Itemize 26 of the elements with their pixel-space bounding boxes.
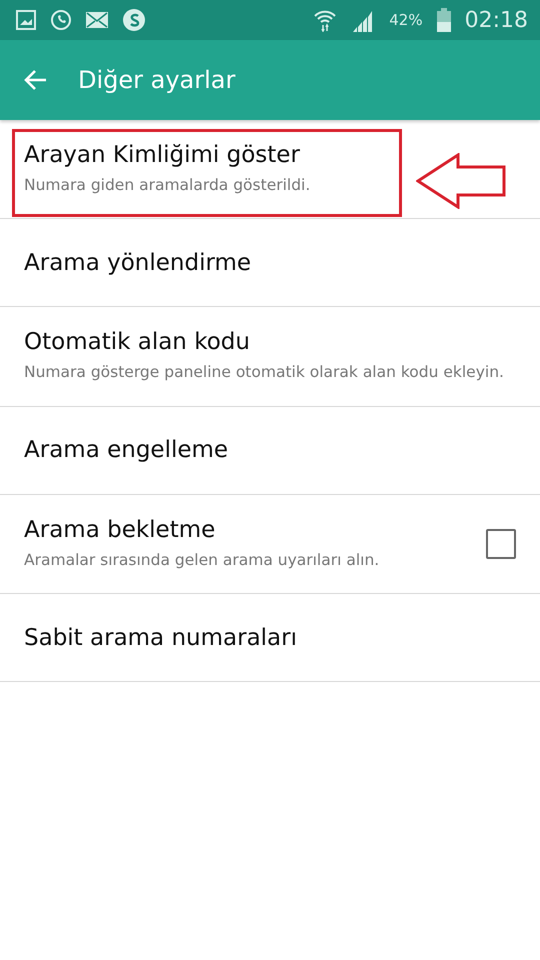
settings-row[interactable]: Arama yönlendirme xyxy=(0,219,540,308)
setting-title: Arama bekletme xyxy=(24,516,216,543)
checkbox[interactable] xyxy=(486,529,516,560)
back-arrow-icon[interactable] xyxy=(24,68,48,92)
setting-title: Arama yönlendirme xyxy=(24,250,252,276)
chat-circle-icon xyxy=(122,8,146,32)
setting-description: Numara giden aramalarda gösterildi. xyxy=(24,175,312,196)
setting-title: Otomatik alan kodu xyxy=(24,329,251,356)
settings-row[interactable]: Arama bekletme Aramalar sırasında gelen arama uyarıları alın. xyxy=(0,494,540,594)
screen-title: Diğer ayarlar xyxy=(78,66,236,94)
setting-title: Arayan Kimliğimi göster xyxy=(24,142,301,168)
settings-row[interactable]: Arayan Kimliğimi göster Numara giden aramalarda gösterildi. xyxy=(0,120,540,220)
clock: 02:18 xyxy=(464,8,528,32)
setting-title: Arama engelleme xyxy=(24,437,230,464)
gallery-icon xyxy=(16,10,36,30)
battery-icon xyxy=(436,8,451,32)
settings-row[interactable]: Otomatik alan kodu Numara gösterge paneline otomatik olarak alan kodu ekleyin. xyxy=(0,307,540,407)
setting-description: Aramalar sırasında gelen arama uyarıları alın. xyxy=(24,550,380,571)
wifi-icon xyxy=(313,8,338,32)
mail-icon xyxy=(86,12,108,28)
battery-percent: 42% xyxy=(389,11,423,29)
phone-bubble-icon xyxy=(50,9,72,31)
setting-title: Sabit arama numaraları xyxy=(24,624,298,651)
setting-description: Numara gösterge paneline otomatik olarak alan kodu ekleyin. xyxy=(24,362,505,384)
settings-row[interactable]: Arama engelleme xyxy=(0,406,540,495)
settings-row[interactable]: Sabit arama numaraları xyxy=(0,594,540,682)
